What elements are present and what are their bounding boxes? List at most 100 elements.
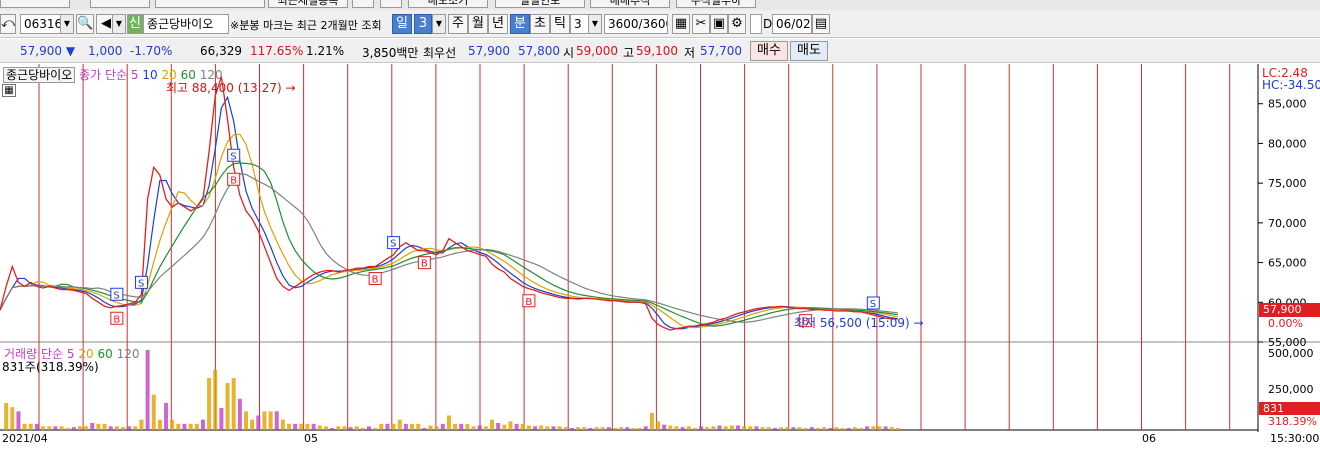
volume-bar [723,426,728,430]
buy-button[interactable]: 매수 [750,41,788,61]
top-tab-8[interactable]: 매매추석 [590,0,670,8]
date-checkbox[interactable] [750,14,762,34]
volume-bar [121,427,125,430]
x-label-april: 2021/04 [2,432,48,445]
period-tick-button[interactable]: 틱 [550,14,570,34]
volume-bar [748,426,753,430]
top-tab-7[interactable]: 일일인포 [495,0,585,8]
volume-bar [330,428,335,430]
speaker-dropdown-icon[interactable]: ▼ [112,14,126,34]
price-tick-label: 85,000 [1268,98,1307,111]
buy-marker-label: B [421,259,428,270]
volume-bar [71,427,76,430]
period-day-count[interactable]: 3 [414,14,432,34]
legend-stock-name[interactable]: 종근당바이오 [3,67,76,83]
sell-marker-label: S [230,151,236,162]
sell-button[interactable]: 매도 [790,41,828,61]
volume-bar [440,423,445,430]
volume-bar [797,427,802,430]
volume-bar [563,427,568,430]
bars-icon[interactable]: ▦ [672,14,690,34]
top-tab-4[interactable] [352,0,374,8]
volume-bar [711,426,716,430]
low-annotation: 최저 56,500 (15:09) → [794,316,924,330]
volume-bar [815,428,820,430]
price-tick-label: 65,000 [1268,257,1307,270]
volume-bar [692,428,697,430]
volume-bar [834,427,839,430]
volume-bar [619,427,624,430]
volume-bar [600,427,605,430]
high-price: 59,100 [636,44,678,58]
period-year-button[interactable]: 년 [488,14,508,34]
top-tab-9[interactable]: 주식일부하 [676,0,756,8]
top-tab-1[interactable] [90,0,150,8]
top-tab-2[interactable] [155,0,265,8]
volume-bar [877,426,882,430]
volume-bar [305,423,310,430]
current-volume-pct-tag: 318.39% [1268,415,1317,428]
top-tab-3[interactable]: 최근체결종목 [268,0,348,8]
volume-bar [434,426,439,430]
calendar-icon[interactable]: ▤ [812,14,830,34]
date-input[interactable]: 06/02 [772,14,812,34]
volume-bar [809,427,814,430]
open-label: 시 [563,46,575,60]
time-axis-label: 15:30:00 [1270,432,1320,445]
volume-bar [674,426,679,430]
volume-bar [852,427,857,430]
buy-marker-label: B [372,275,379,286]
volume-bar [846,428,851,430]
price-change: 1,000 [88,44,123,58]
period-day-button[interactable]: 일 [392,14,412,34]
volume-bar [96,423,101,430]
volume-bar [219,408,224,430]
chevron-down-icon[interactable]: ▼ [60,14,74,34]
volume-bar [164,403,169,430]
volume-bar [108,426,113,430]
legend-ma-label: 단순 [105,68,128,82]
volume-bar [237,398,242,430]
volume-bar [22,423,27,430]
vol-ma60: 60 [97,347,113,361]
turnover-ratio: 1.21% [306,44,345,58]
link-icon[interactable]: ⤺ [0,14,16,34]
current-volume-tag: 831 [1259,402,1320,415]
period-dropdown-icon[interactable]: ▼ [432,14,446,34]
volume-bar [373,428,378,430]
volume-bar [385,423,390,430]
volume-bar [760,427,765,430]
volume-bar [889,427,894,430]
save-icon[interactable]: ▣ [710,14,728,34]
volume-bar [200,419,205,430]
grid-table-icon[interactable]: ▦ [2,84,16,97]
legend-ma5: 5 [130,68,139,82]
search-icon[interactable]: 🔍 [76,14,94,34]
volume-bar [256,415,261,430]
top-tab-6[interactable]: 매도조기 [408,0,488,8]
stock-chart[interactable]: 85,00080,00075,00070,00065,00060,00055,0… [0,64,1320,454]
period-second-button[interactable]: 초 [530,14,550,34]
open-price: 59,000 [576,44,618,58]
interval-dropdown-icon[interactable]: ▼ [588,14,602,34]
current-price: 57,900 ▼ [20,44,76,58]
buy-marker-label: B [230,175,237,186]
volume-bar [656,421,661,430]
volume-bar [508,421,513,430]
volume-bar [16,411,21,430]
volume-bar [822,427,827,430]
count-input[interactable]: 3600/3600 [604,14,668,34]
volume-bar [459,423,464,430]
volume-bar [139,419,144,430]
period-week-button[interactable]: 주 [448,14,468,34]
volume-bar [453,423,458,430]
price-change-pct: -1.70% [130,44,173,58]
gear-icon[interactable]: ⚙ [728,14,746,34]
buy-marker-label: B [525,297,532,308]
top-tab-0[interactable] [0,0,70,8]
volume-bar [410,423,415,430]
top-tab-5[interactable] [380,0,402,8]
scissors-icon[interactable]: ✂ [692,14,710,34]
period-minute-button[interactable]: 분 [510,14,530,34]
period-month-button[interactable]: 월 [468,14,488,34]
